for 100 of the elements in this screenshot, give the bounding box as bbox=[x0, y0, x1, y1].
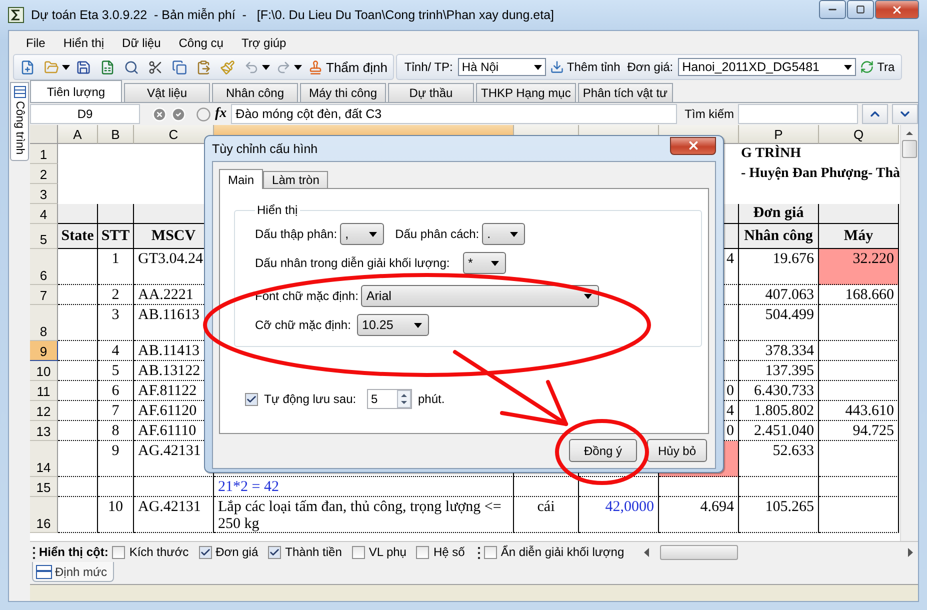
grip-icon bbox=[33, 546, 36, 558]
table-cell: 52.633 bbox=[739, 441, 819, 477]
bottom-tab[interactable]: Định mức bbox=[32, 562, 114, 582]
field-label: Cỡ chữ mặc định: bbox=[255, 318, 352, 332]
row-header[interactable]: 4 bbox=[30, 204, 58, 224]
row-header[interactable]: 3 bbox=[30, 184, 58, 204]
previous-button[interactable] bbox=[862, 104, 888, 124]
function-label[interactable]: fx bbox=[215, 106, 227, 122]
dropdown[interactable]: Arial bbox=[361, 285, 600, 307]
dropdown[interactable]: . bbox=[482, 223, 526, 245]
price-dropdown[interactable]: Hanoi_2011XD_DG5481 bbox=[678, 58, 856, 76]
menu-item[interactable]: Công cụ bbox=[170, 36, 232, 50]
checkbox[interactable] bbox=[416, 546, 430, 558]
dialog-button[interactable]: Đồng ý bbox=[569, 439, 637, 462]
sheet-tab[interactable]: Tiên lượng bbox=[30, 80, 122, 102]
row-header[interactable]: 6 bbox=[30, 249, 58, 285]
cancel-icon[interactable] bbox=[152, 106, 167, 122]
close-button[interactable] bbox=[875, 0, 919, 19]
checkbox-label: Hệ số bbox=[433, 545, 465, 559]
next-button[interactable] bbox=[892, 104, 918, 124]
menu-item[interactable]: Dữ liệu bbox=[113, 36, 170, 50]
dialog-close-button[interactable] bbox=[670, 136, 716, 154]
checkbox[interactable] bbox=[268, 546, 282, 558]
table-cell: 4.694 bbox=[659, 497, 739, 533]
column-header[interactable]: A bbox=[58, 125, 98, 144]
confirm-icon[interactable] bbox=[171, 106, 186, 122]
table-cell bbox=[58, 401, 98, 421]
sheet-tab[interactable]: Phân tích vật tư bbox=[578, 83, 673, 102]
header-cell bbox=[58, 204, 98, 224]
dialog-tab[interactable]: Main bbox=[219, 169, 264, 189]
review-button[interactable]: Thẩm định bbox=[306, 56, 390, 78]
number-field[interactable]: 5 bbox=[367, 389, 412, 409]
dropdown[interactable]: 10.25 bbox=[357, 314, 429, 336]
scissors-icon bbox=[148, 60, 163, 74]
minimize-button[interactable] bbox=[819, 0, 846, 19]
menu-item[interactable]: Trợ giúp bbox=[232, 36, 296, 50]
table-cell: 94.725 bbox=[819, 421, 899, 441]
table-cell: 137.395 bbox=[739, 361, 819, 381]
checkbox[interactable] bbox=[245, 392, 258, 406]
columns-label: Hiển thị cột: bbox=[39, 545, 108, 559]
row-header[interactable]: 10 bbox=[30, 361, 58, 381]
table-cell: 2 bbox=[98, 285, 134, 305]
scroll-right-arrow-icon[interactable] bbox=[908, 548, 914, 556]
table-cell: cái bbox=[514, 497, 579, 533]
column-header[interactable]: Q bbox=[819, 125, 899, 144]
scroll-left-arrow-icon[interactable] bbox=[644, 548, 650, 556]
dialog-tab[interactable]: Làm tròn bbox=[263, 171, 328, 188]
row-header[interactable]: 12 bbox=[30, 401, 58, 421]
row-header[interactable]: 1 bbox=[30, 144, 58, 164]
table-cell: 407.063 bbox=[739, 285, 819, 305]
row-header[interactable]: 9 bbox=[30, 341, 58, 361]
new-file-icon bbox=[20, 60, 35, 74]
dialog-button[interactable]: Hủy bỏ bbox=[647, 439, 707, 462]
add-province-button[interactable]: Thêm tỉnh bbox=[548, 56, 622, 78]
caret-icon bbox=[491, 260, 499, 266]
row-header[interactable]: 13 bbox=[30, 421, 58, 441]
unit-label: phút. bbox=[418, 392, 445, 406]
sheet-tab[interactable]: THKP Hạng mục bbox=[476, 83, 576, 102]
sheet-tab[interactable]: Máy thi công bbox=[300, 83, 386, 102]
cell-name-field[interactable]: D9 bbox=[30, 104, 140, 124]
sheet-tab[interactable]: Vật liệu bbox=[124, 83, 210, 102]
sheet-tab[interactable]: Nhân công bbox=[212, 83, 298, 102]
province-dropdown[interactable]: Hà Nội bbox=[458, 58, 546, 76]
column-header[interactable]: C bbox=[134, 125, 214, 144]
column-header[interactable]: B bbox=[98, 125, 134, 144]
column-title: Máy bbox=[819, 224, 899, 249]
row-header[interactable]: 15 bbox=[30, 477, 58, 497]
dropdown[interactable]: * bbox=[463, 252, 506, 274]
row-header[interactable]: 8 bbox=[30, 305, 58, 341]
row-header[interactable]: 2 bbox=[30, 164, 58, 184]
side-tab[interactable]: Công trình bbox=[10, 82, 29, 161]
menu-item[interactable]: Hiển thị bbox=[54, 36, 114, 50]
table-cell bbox=[58, 361, 98, 381]
caret-icon bbox=[414, 322, 422, 328]
spinner-arrows-icon[interactable] bbox=[397, 390, 411, 408]
maximize-button[interactable] bbox=[847, 0, 874, 19]
formula-field[interactable]: Đào móng cột đèn, đất C3 bbox=[230, 104, 677, 124]
row-header[interactable]: 11 bbox=[30, 381, 58, 401]
table-cell bbox=[58, 441, 98, 477]
scroll-up-arrow-icon[interactable] bbox=[905, 129, 914, 138]
lookup-button[interactable]: Tra bbox=[858, 56, 897, 78]
checkbox[interactable] bbox=[198, 546, 212, 558]
table-cell: 32.220 bbox=[819, 249, 899, 285]
dropdown[interactable]: , bbox=[340, 223, 384, 245]
column-header[interactable]: P bbox=[739, 125, 819, 144]
row-header[interactable]: 16 bbox=[30, 497, 58, 533]
vertical-scrollbar[interactable] bbox=[900, 125, 918, 541]
row-header[interactable]: 7 bbox=[30, 285, 58, 305]
folder-icon bbox=[44, 60, 59, 74]
search-field[interactable] bbox=[738, 104, 858, 124]
checkbox[interactable] bbox=[112, 546, 126, 558]
menu-item[interactable]: File bbox=[17, 36, 54, 50]
sheet-tab[interactable]: Dự thầu bbox=[388, 83, 474, 102]
scroll-thumb[interactable] bbox=[902, 140, 917, 158]
checkbox[interactable] bbox=[484, 546, 497, 558]
scroll-thumb[interactable] bbox=[660, 544, 738, 560]
table-cell bbox=[58, 341, 98, 361]
row-header[interactable]: 5 bbox=[30, 224, 58, 249]
checkbox[interactable] bbox=[352, 546, 365, 558]
row-header[interactable]: 14 bbox=[30, 441, 58, 477]
